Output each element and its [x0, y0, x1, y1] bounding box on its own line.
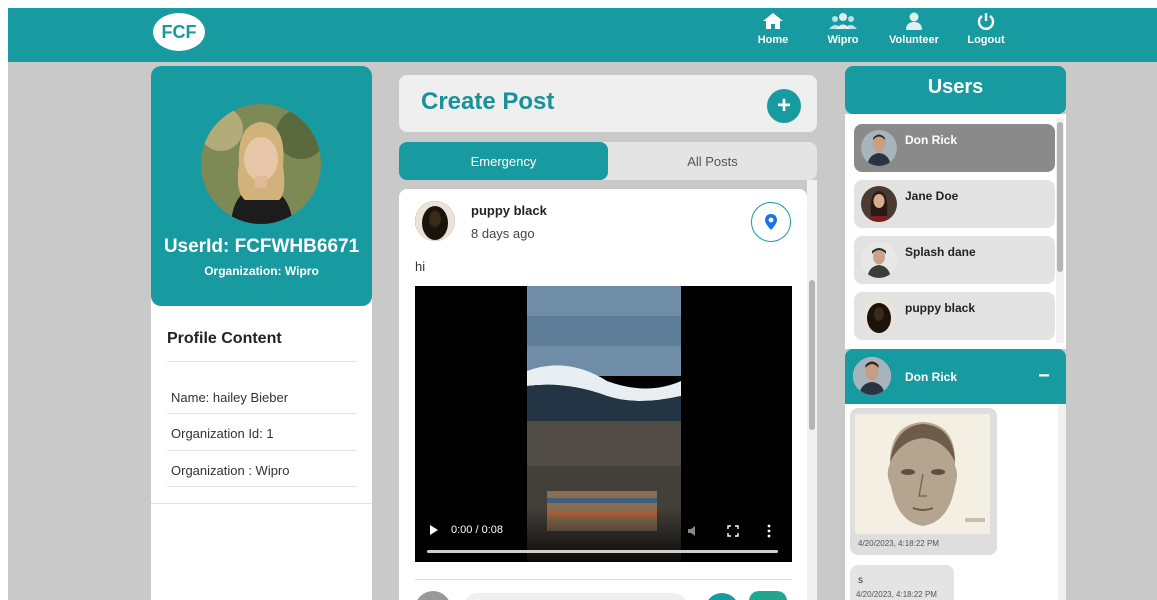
chat-avatar	[853, 357, 891, 395]
top-nav-bar: FCF Home Wipro Volunteer Logout	[8, 8, 1157, 62]
minimize-chat-button[interactable]: −	[1037, 366, 1051, 386]
message-timestamp: 4/20/2023, 4:18:22 PM	[858, 539, 939, 548]
user-item-jane-doe[interactable]: Jane Doe	[854, 180, 1055, 228]
nav-wipro[interactable]: Wipro	[813, 12, 873, 56]
profile-organization: Organization: Wipro	[204, 264, 319, 278]
post-timestamp: 8 days ago	[471, 226, 535, 241]
post-video[interactable]: 0:00 / 0:08	[415, 286, 792, 562]
user-id: UserId: FCFWHB6671	[163, 236, 360, 257]
commenter-avatar	[415, 591, 451, 600]
chat-header[interactable]: Don Rick −	[845, 349, 1066, 404]
fcf-logo[interactable]: FCF	[153, 13, 205, 51]
play-icon[interactable]	[429, 524, 439, 536]
post-tabs: Emergency All Posts	[399, 142, 817, 180]
post-text: hi	[415, 259, 426, 274]
profile-content-title: Profile Content	[167, 330, 282, 347]
create-post-title: Create Post	[421, 88, 555, 115]
chat-message-text[interactable]: s 4/20/2023, 4:18:22 PM	[850, 565, 954, 600]
profile-organization-name: Organization : Wipro	[171, 463, 290, 478]
profile-name: Name: hailey Bieber	[171, 390, 289, 405]
users-title: Users	[927, 76, 984, 98]
home-icon	[763, 13, 783, 29]
user-icon	[906, 12, 922, 30]
divider	[167, 361, 357, 362]
chat-scrollbar[interactable]	[1058, 404, 1066, 600]
chat-message-image[interactable]: 4/20/2023, 4:18:22 PM	[850, 408, 997, 555]
nav-logout[interactable]: Logout	[956, 12, 1016, 56]
divider	[167, 413, 357, 414]
location-button[interactable]	[751, 202, 791, 242]
nav-logout-label: Logout	[967, 34, 1005, 46]
feed-scrollbar[interactable]	[807, 180, 817, 600]
users-scrollbar-thumb[interactable]	[1057, 122, 1063, 272]
power-icon	[977, 13, 995, 30]
user-item-puppy-black[interactable]: puppy black	[854, 292, 1055, 340]
divider	[167, 450, 357, 451]
video-controls: 0:00 / 0:08	[415, 508, 792, 562]
fullscreen-icon[interactable]	[727, 525, 739, 537]
create-post-card: Create Post +	[399, 75, 817, 132]
divider	[415, 579, 792, 580]
nav-home[interactable]: Home	[743, 12, 803, 56]
profile-header: UserId: FCFWHB6671 Organization: Wipro	[151, 66, 372, 306]
profile-organization-id: Organization Id: 1	[171, 426, 274, 441]
post-author-avatar	[415, 201, 455, 241]
chat-user-name: Don Rick	[905, 370, 958, 384]
nav-home-label: Home	[757, 34, 789, 46]
user-name: Jane Doe	[905, 189, 959, 203]
message-timestamp: 4/20/2023, 4:18:22 PM	[856, 590, 937, 599]
nav-volunteer-label: Volunteer	[889, 34, 939, 46]
post-author-name[interactable]: puppy black	[471, 203, 547, 218]
divider	[167, 486, 357, 487]
video-time: 0:00 / 0:08	[451, 524, 503, 536]
more-options-icon[interactable]	[767, 524, 771, 538]
user-name: puppy black	[905, 301, 976, 315]
message-image	[855, 414, 990, 534]
user-name: Don Rick	[905, 133, 958, 147]
user-avatar	[861, 130, 897, 166]
divider	[151, 503, 372, 504]
user-avatar	[861, 242, 897, 278]
nav-wipro-label: Wipro	[827, 34, 859, 46]
comment-input[interactable]	[463, 593, 688, 600]
user-item-splash-dane[interactable]: Splash dane	[854, 236, 1055, 284]
user-avatar	[861, 298, 897, 334]
user-name: Splash dane	[905, 245, 976, 259]
profile-panel: UserId: FCFWHB6671 Organization: Wipro P…	[151, 66, 372, 600]
message-text: s	[858, 575, 863, 586]
tab-all-posts[interactable]: All Posts	[608, 142, 817, 180]
post-feed: puppy black 8 days ago hi 0:00 / 0:08	[399, 189, 807, 600]
feed-scrollbar-thumb[interactable]	[809, 280, 815, 430]
send-comment-button[interactable]	[749, 591, 787, 600]
comment-action-button[interactable]	[705, 593, 739, 600]
nav-volunteer[interactable]: Volunteer	[884, 12, 944, 56]
user-avatar	[861, 186, 897, 222]
tab-emergency[interactable]: Emergency	[399, 142, 608, 180]
users-scrollbar[interactable]	[1056, 118, 1064, 343]
add-post-button[interactable]: +	[767, 89, 801, 123]
user-item-don-rick[interactable]: Don Rick	[854, 124, 1055, 172]
volume-icon[interactable]	[687, 525, 701, 537]
users-header: Users	[845, 66, 1066, 114]
profile-avatar	[201, 104, 321, 224]
group-icon	[829, 13, 857, 29]
map-pin-icon	[765, 214, 777, 230]
video-progress-bar[interactable]	[427, 550, 778, 553]
